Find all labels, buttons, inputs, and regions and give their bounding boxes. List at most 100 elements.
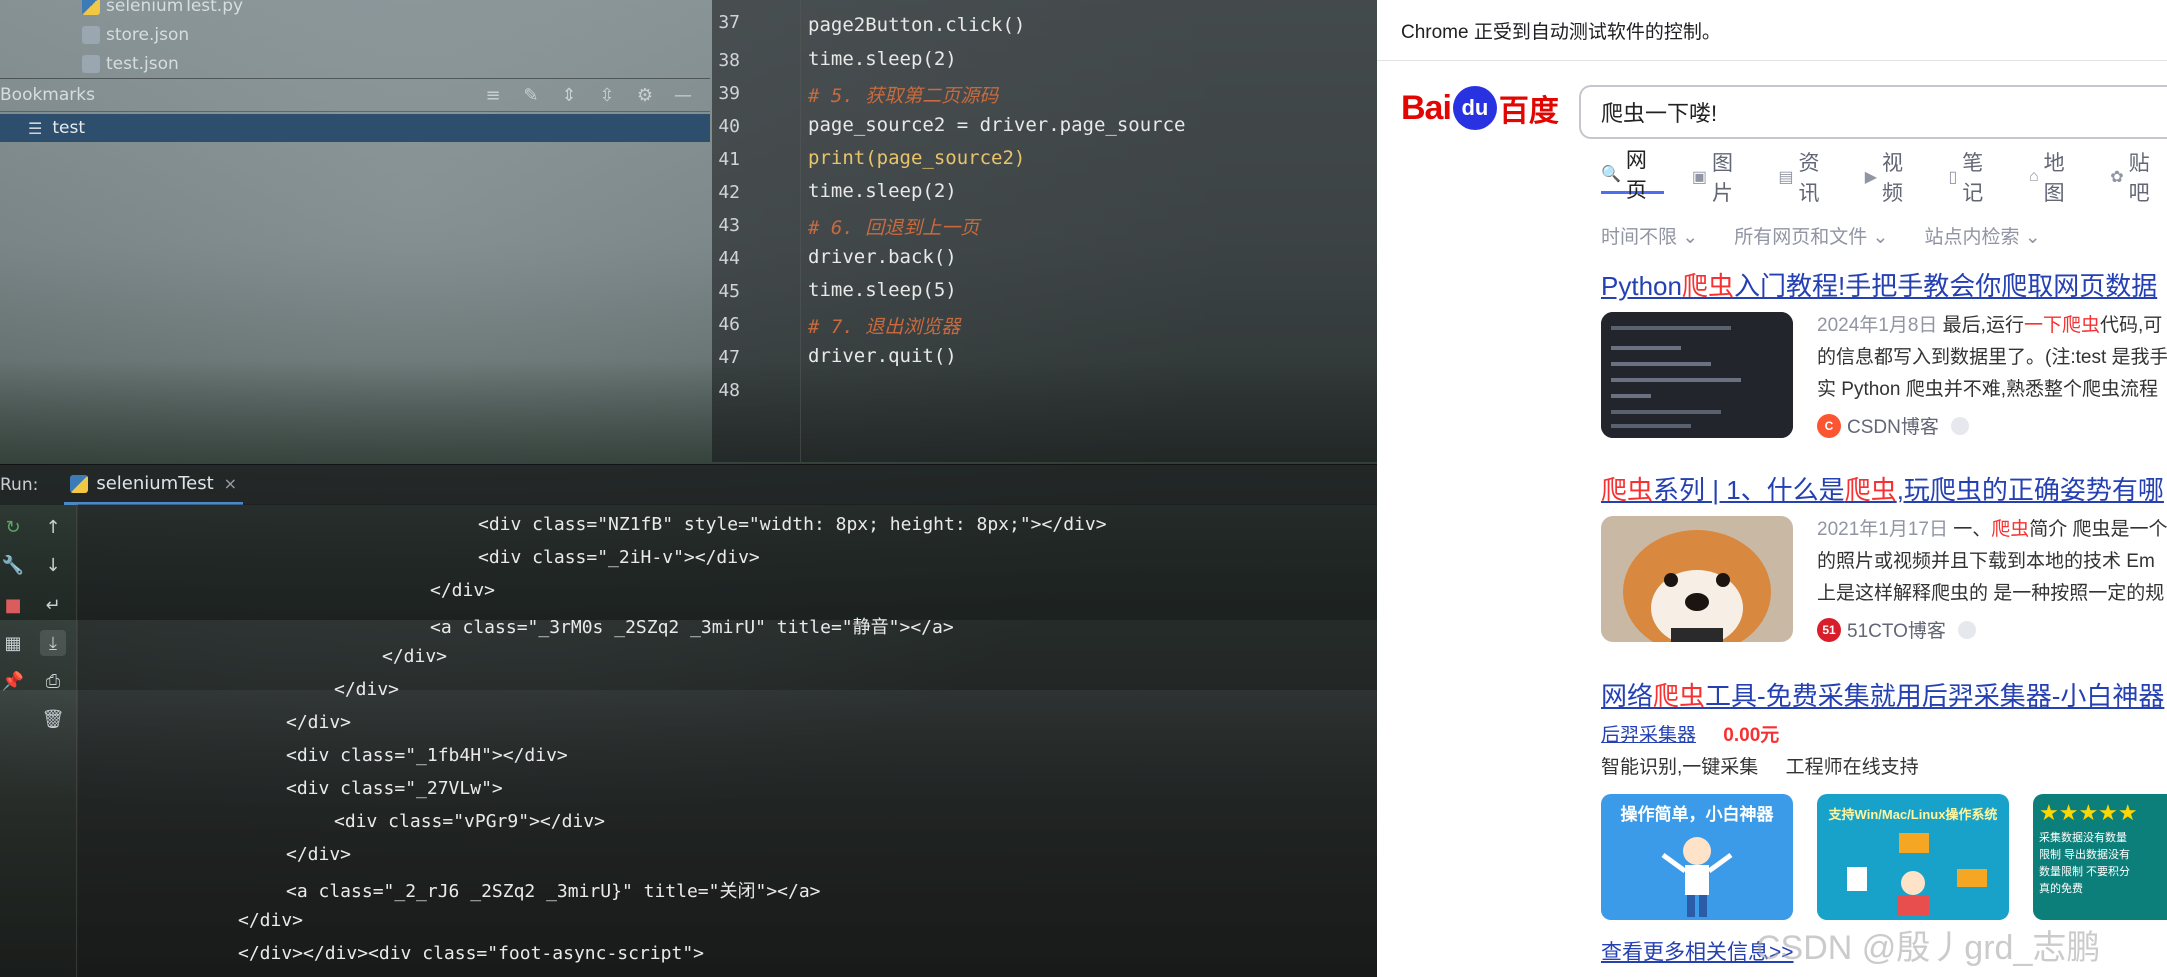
layout-icon[interactable]: ▦ — [0, 630, 26, 656]
stop-icon[interactable]: ■ — [0, 592, 26, 618]
ad-card-1[interactable]: 操作简单，小白神器 — [1601, 794, 1793, 920]
baidu-logo[interactable]: Bai du 百度 — [1401, 86, 1559, 130]
soft-wrap-icon[interactable]: ↵ — [40, 592, 66, 618]
run-tab-label: seleniumTest — [96, 473, 214, 494]
console-line: </div> — [286, 844, 352, 865]
image-icon: ▣ — [1691, 169, 1708, 186]
code-line: print(page_source2) — [808, 147, 1026, 169]
filter-site[interactable]: 站点内检索 ⌄ — [1924, 222, 2040, 249]
run-panel-header: Run: seleniumTest × — [0, 464, 1377, 505]
close-icon[interactable]: × — [224, 474, 237, 493]
bookmarks-toolbar: ≡ ✎ ⇕ ⇳ ⚙ — — [480, 82, 696, 108]
line-number: 41 — [718, 149, 740, 170]
infobar-text: Chrome 正受到自动测试软件的控制。 — [1401, 21, 1721, 43]
result-source-1[interactable]: C CSDN博客 — [1817, 412, 1969, 439]
search-filters: 时间不限 ⌄ 所有网页和文件 ⌄ 站点内检索 ⌄ — [1601, 222, 2041, 249]
print-icon[interactable]: ⎙ — [40, 668, 66, 694]
gear-icon[interactable]: ⚙ — [632, 82, 658, 108]
console-line: </div> — [382, 646, 448, 667]
tab-web[interactable]: 🔍 网页 — [1601, 149, 1664, 202]
tree-item-test-json[interactable]: test.json — [82, 51, 179, 77]
bookmark-item-test[interactable]: ☰ test — [0, 114, 710, 142]
code-comment: # 6. 回退到上一页 — [808, 217, 980, 239]
filter-time[interactable]: 时间不限 ⌄ — [1601, 222, 1698, 249]
console-line: <div class="_27VLw"> — [286, 778, 503, 799]
map-icon: ⌂ — [2028, 168, 2039, 185]
line-number: 46 — [718, 314, 740, 335]
verified-icon — [1957, 620, 1976, 639]
verified-icon — [1950, 416, 1969, 435]
tab-tieba[interactable]: ✿ 贴吧 — [2110, 152, 2167, 205]
edit-icon[interactable]: ✎ — [518, 82, 544, 108]
code-line: time.sleep(2) — [808, 180, 957, 202]
scroll-to-end-icon[interactable]: ⤓ — [40, 630, 66, 656]
pin-icon[interactable]: 📌 — [0, 668, 26, 694]
list-icon: ☰ — [28, 118, 43, 138]
tree-item-store-json[interactable]: store.json — [82, 22, 189, 48]
tab-news[interactable]: ▤ 资讯 — [1778, 152, 1836, 205]
collapse-all-icon[interactable]: ⇳ — [594, 82, 620, 108]
result-source-2[interactable]: 51 51CTO博客 — [1817, 616, 1976, 643]
csdn-icon: C — [1817, 413, 1841, 438]
ad-title[interactable]: 网络爬虫工具-免费采集就用后羿采集器-小白神器 — [1601, 676, 2164, 713]
ad-price: 0.00元 — [1723, 725, 1780, 746]
arrow-up-icon[interactable]: ↑ — [40, 514, 66, 540]
console-line: <a class="_3rM0s _2SZq2 _3mirU" title="静… — [430, 617, 954, 638]
filter-filetype[interactable]: 所有网页和文件 ⌄ — [1734, 222, 1888, 249]
star-rating-icon: ★★★★★ — [2039, 800, 2138, 825]
code-line: time.sleep(5) — [808, 279, 957, 301]
search-input[interactable]: 爬虫一下喽! — [1579, 85, 2167, 139]
line-number: 45 — [718, 281, 740, 302]
line-number: 38 — [718, 50, 740, 71]
console-line: </div> — [430, 580, 496, 601]
run-tab-selenium-test[interactable]: seleniumTest × — [64, 465, 244, 505]
wrench-icon[interactable]: 🔧 — [0, 552, 26, 578]
result-title-1[interactable]: Python爬虫入门教程!手把手教会你爬取网页数据 — [1601, 266, 2157, 303]
python-file-icon — [82, 0, 100, 15]
json-file-icon — [82, 26, 100, 44]
console-line: <div class="NZ1fB" style="width: 8px; he… — [478, 514, 1107, 535]
line-number: 44 — [718, 248, 740, 269]
ad-card-3[interactable]: ★★★★★ 采集数据没有数量限制 导出数据没有数量限制 不要积分 真的免费 — [2033, 794, 2167, 920]
result-snippet-1: 2024年1月8日 最后,运行一下爬虫代码,可 的信息都写入到数据里了。(注:t… — [1817, 315, 2167, 400]
code-editor[interactable]: 37 38 39 40 41 42 43 44 45 46 47 48 page… — [712, 0, 1377, 462]
code-line: driver.back() — [808, 246, 957, 268]
line-number: 48 — [718, 380, 740, 401]
code-line: page_source2 = driver.page_source — [808, 114, 1186, 136]
code-comment: # 5. 获取第二页源码 — [808, 85, 999, 107]
console-line: <a class="_2_rJ6 _2SZq2 _3mirU}" title="… — [286, 881, 821, 902]
code-line: page2Button.click() — [808, 14, 1026, 36]
result-thumbnail-1[interactable] — [1601, 312, 1793, 438]
tab-video[interactable]: ▶ 视频 — [1865, 152, 1921, 205]
rerun-icon[interactable]: ↻ — [0, 514, 26, 540]
51cto-icon: 51 — [1817, 617, 1841, 642]
minimize-icon[interactable]: — — [670, 82, 696, 108]
tree-item-selenium-test[interactable]: seleniumTest.py — [82, 0, 243, 19]
code-line: driver.quit() — [808, 345, 957, 367]
news-icon: ▤ — [1778, 169, 1794, 186]
line-number: 42 — [718, 182, 740, 203]
result-thumbnail-2[interactable] — [1601, 516, 1793, 642]
result-title-2[interactable]: 爬虫系列 | 1、什么是爬虫,玩爬虫的正确姿势有哪 — [1601, 470, 2164, 507]
trash-icon[interactable]: 🗑 — [40, 706, 66, 732]
tab-notes[interactable]: ▯ 笔记 — [1948, 152, 2000, 205]
console-line: </div> — [334, 679, 400, 700]
code-line: time.sleep(2) — [808, 48, 957, 70]
character-illustration — [1661, 837, 1733, 917]
run-console[interactable]: <div class="NZ1fB" style="width: 8px; he… — [78, 504, 1377, 977]
tab-map[interactable]: ⌂ 地图 — [2028, 152, 2082, 205]
advertiser-link[interactable]: 后羿采集器 — [1601, 725, 1696, 746]
expand-all-icon[interactable]: ⇕ — [556, 82, 582, 108]
csdn-watermark: CSDN @殷丿grd_志鹏 — [1756, 929, 2101, 967]
ad-card-2[interactable]: 支持Win/Mac/Linux操作系统 — [1817, 794, 2009, 920]
code-comment: # 7. 退出浏览器 — [808, 316, 961, 338]
python-icon — [70, 474, 89, 493]
bookmarks-header: Bookmarks ≡ ✎ ⇕ ⇳ ⚙ — — [0, 78, 710, 112]
arrow-down-icon[interactable]: ↓ — [40, 552, 66, 578]
tab-images[interactable]: ▣ 图片 — [1691, 152, 1750, 205]
console-line: </div></div><div class="foot-async-scrip… — [238, 943, 704, 964]
console-line: </div> — [286, 712, 352, 733]
add-bookmark-icon[interactable]: ≡ — [480, 82, 506, 108]
bookmark-label: test — [52, 118, 85, 138]
line-number: 37 — [718, 12, 740, 33]
